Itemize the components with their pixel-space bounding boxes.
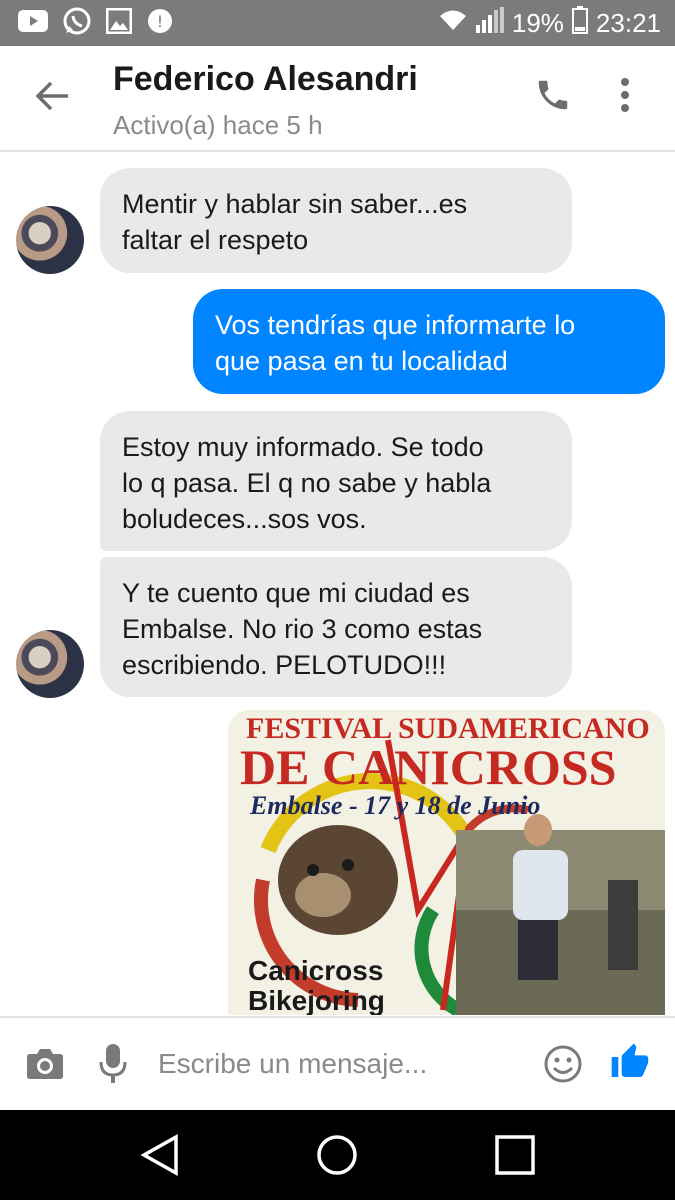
message-line: Embalse. No rio 3 como estas (122, 614, 483, 644)
contact-avatar[interactable] (16, 630, 84, 698)
contact-name[interactable]: Federico Alesandri (113, 60, 418, 99)
message-line: escribiendo. PELOTUDO!!! (122, 650, 447, 680)
message-bubble-incoming[interactable]: Y te cuento que mi ciudad es Embalse. No… (100, 557, 572, 697)
contact-status: Activo(a) hace 5 h (113, 110, 323, 140)
message-line: que pasa en tu localidad (215, 346, 508, 376)
messenger-icon: ! (146, 7, 174, 40)
whatsapp-icon (62, 6, 92, 41)
emoji-icon[interactable] (543, 1044, 583, 1089)
gallery-icon (105, 7, 133, 39)
status-bar: ! 19% 23:21 (0, 0, 675, 46)
microphone-icon[interactable] (98, 1044, 128, 1089)
home-circle-icon[interactable] (316, 1134, 358, 1181)
phone-icon[interactable] (534, 76, 572, 119)
message-input[interactable] (158, 1048, 528, 1080)
back-triangle-icon[interactable] (140, 1134, 180, 1181)
clock: 23:21 (595, 7, 661, 38)
image-message[interactable]: FESTIVAL SUDAMERICANO DE CANICROSS Embal… (228, 710, 665, 1015)
youtube-icon (18, 9, 48, 37)
message-line: faltar el respeto (122, 225, 309, 255)
message-line: boludeces...sos vos. (122, 504, 367, 534)
message-line: Vos tendrías que informarte lo (215, 310, 576, 340)
battery-percent: 19% (511, 7, 564, 38)
message-composer (0, 1016, 675, 1112)
conversation-header: Federico Alesandri Activo(a) hace 5 h (0, 46, 675, 152)
message-bubble-incoming[interactable]: Estoy muy informado. Se todo lo q pasa. … (100, 411, 572, 551)
camera-icon[interactable] (26, 1046, 64, 1085)
poster-line: DE CANICROSS (240, 739, 616, 795)
poster-line: Embalse - 17 y 18 de Junio (249, 791, 540, 820)
more-vert-icon[interactable] (620, 78, 630, 117)
poster-line: Bikejoring (248, 985, 385, 1015)
contact-avatar[interactable] (16, 206, 84, 274)
wifi-icon (438, 8, 468, 39)
battery-icon (571, 5, 588, 41)
message-line: lo q pasa. El q no sabe y habla (122, 468, 492, 498)
thumbs-up-icon[interactable] (610, 1042, 650, 1087)
android-nav-bar (0, 1110, 675, 1200)
signal-icon (475, 6, 504, 40)
recents-square-icon[interactable] (494, 1134, 536, 1181)
poster-line: Canicross (248, 955, 383, 986)
message-bubble-incoming[interactable]: Mentir y hablar sin saber...es faltar el… (100, 168, 572, 273)
back-arrow-icon[interactable] (34, 80, 70, 117)
svg-text:!: ! (157, 12, 163, 31)
message-line: Estoy muy informado. Se todo (122, 432, 484, 462)
message-bubble-outgoing[interactable]: Vos tendrías que informarte lo que pasa … (193, 289, 665, 394)
message-line: Mentir y hablar sin saber...es (122, 189, 468, 219)
message-line: Y te cuento que mi ciudad es (122, 578, 470, 608)
festival-poster-image: FESTIVAL SUDAMERICANO DE CANICROSS Embal… (228, 710, 665, 1015)
